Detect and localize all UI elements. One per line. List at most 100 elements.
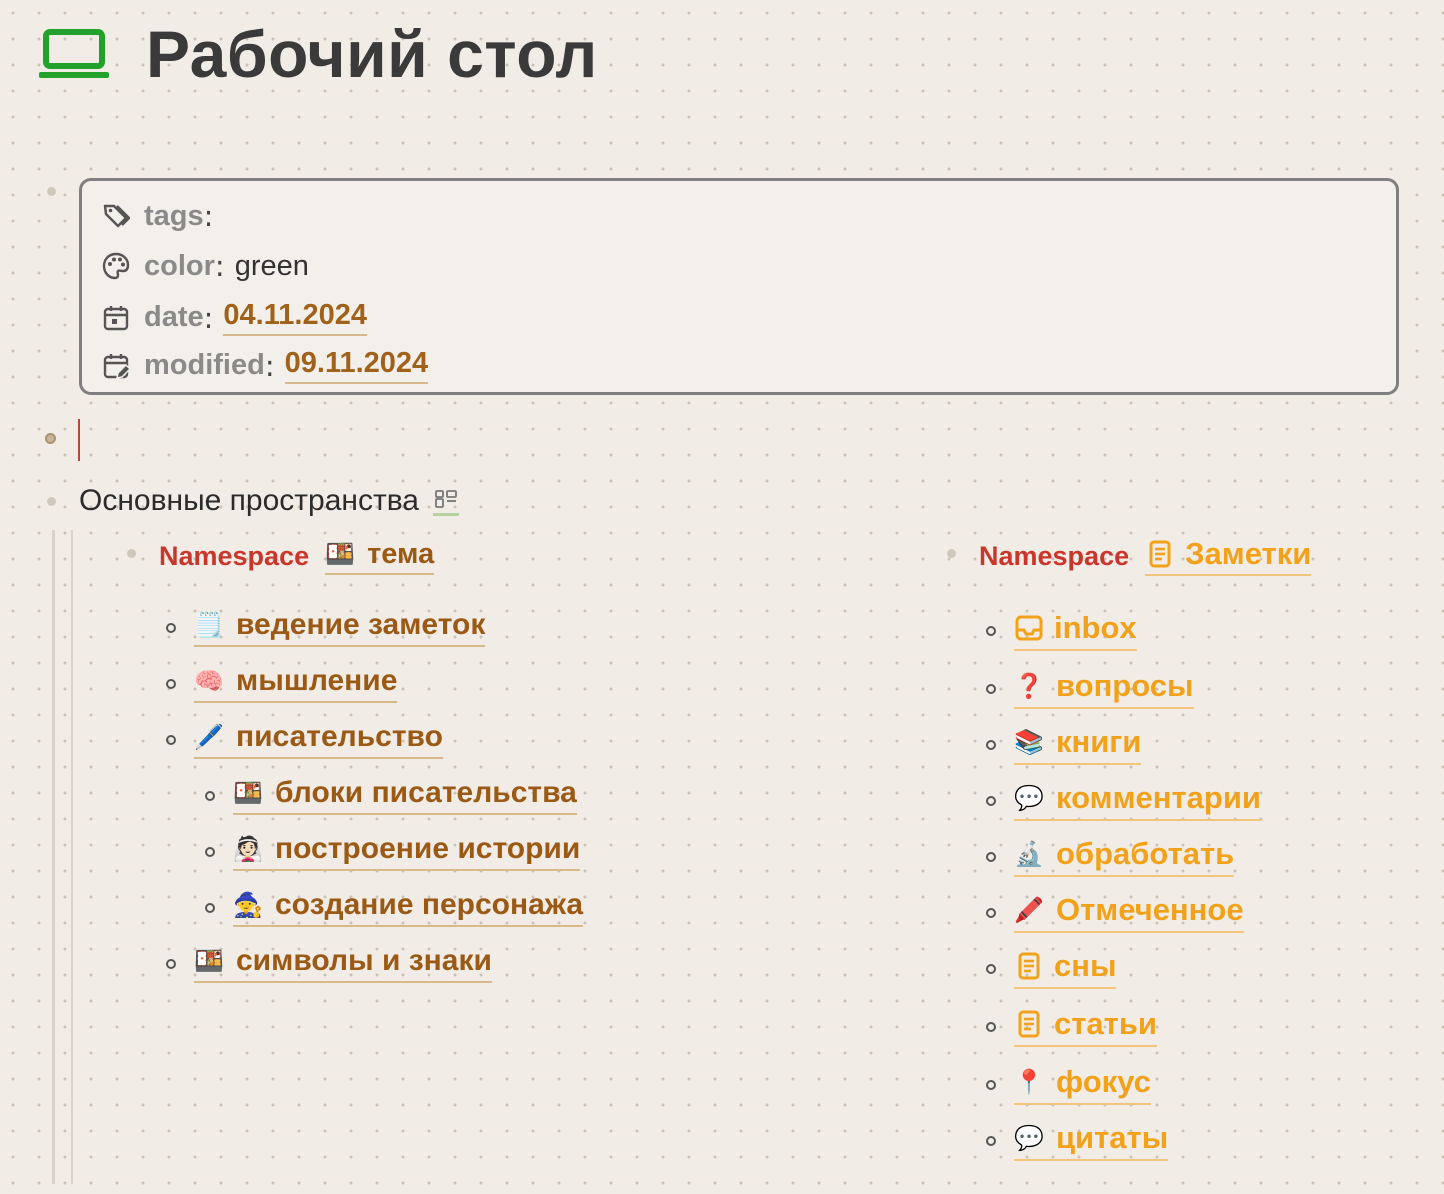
list-item: ❓ вопросы xyxy=(986,668,1194,709)
pen-icon: 🖊️ xyxy=(194,723,224,751)
namespace-name: Заметки xyxy=(1185,536,1312,571)
page-link[interactable]: 💬 комментарии xyxy=(1014,780,1261,821)
date-link[interactable]: 04.11.2024 xyxy=(223,299,367,336)
spaces-block[interactable]: Основные пространства xyxy=(79,484,459,518)
link-label: символы и знаки xyxy=(236,944,492,977)
page-link[interactable]: 💬 цитаты xyxy=(1014,1120,1169,1161)
tags-icon xyxy=(103,204,130,228)
link-label: мышление xyxy=(236,664,398,697)
date-link[interactable]: 09.11.2024 xyxy=(284,347,429,384)
brain-icon: 🧠 xyxy=(194,667,224,695)
list-bullet[interactable] xyxy=(166,622,176,633)
list-bullet[interactable] xyxy=(986,907,996,918)
properties-block[interactable]: tags: color: green date: 04.11.2024 modi… xyxy=(79,178,1399,395)
list-item: 💬 комментарии xyxy=(986,780,1261,821)
link-label: статьи xyxy=(1054,1006,1157,1041)
namespace-link[interactable]: 🍱 тема xyxy=(325,538,435,575)
pin-icon: 📍 xyxy=(1014,1068,1044,1096)
bento-icon: 🍱 xyxy=(194,947,224,975)
page-link[interactable]: 🍱 символы и знаки xyxy=(194,944,492,983)
page-link[interactable]: сны xyxy=(1014,948,1117,989)
property-value[interactable]: green xyxy=(235,250,309,283)
property-tags: tags: xyxy=(102,199,223,233)
list-item: 📍 фокус xyxy=(986,1064,1151,1105)
block-bullet[interactable] xyxy=(127,549,136,558)
namespace-label: Namespace xyxy=(979,540,1130,571)
list-bullet[interactable] xyxy=(986,795,996,806)
property-date: date: 04.11.2024 xyxy=(102,299,367,336)
person-icon: 👰🏻 xyxy=(233,835,263,863)
property-key[interactable]: color xyxy=(144,250,215,283)
link-label: цитаты xyxy=(1056,1120,1169,1155)
list-item: 👰🏻 построение истории xyxy=(205,832,581,871)
namespace-link[interactable]: Заметки xyxy=(1145,536,1312,576)
page-link[interactable]: 🗒️ ведение заметок xyxy=(194,608,486,647)
namespace-label: Namespace xyxy=(159,541,310,571)
columns-icon[interactable] xyxy=(433,487,459,516)
document-icon xyxy=(1149,540,1171,568)
link-label: фокус xyxy=(1056,1064,1151,1099)
page-link[interactable]: inbox xyxy=(1014,610,1137,651)
list-bullet[interactable] xyxy=(986,1079,996,1090)
link-label: писательство xyxy=(236,720,443,753)
list-bullet[interactable] xyxy=(166,734,176,745)
namespace-zametki: Namespace Заметки xyxy=(979,536,1312,576)
list-bullet[interactable] xyxy=(986,963,996,974)
list-bullet[interactable] xyxy=(166,958,176,969)
link-label: блоки писательства xyxy=(275,776,577,809)
page-link[interactable]: 🧠 мышление xyxy=(194,664,398,703)
page-link[interactable]: 🖊️ писательство xyxy=(194,720,443,759)
list-item: сны xyxy=(986,948,1117,989)
block-bullet[interactable] xyxy=(47,187,56,196)
mage-icon: 🧙 xyxy=(233,891,263,919)
page-link[interactable]: статьи xyxy=(1014,1006,1157,1047)
list-bullet[interactable] xyxy=(986,625,996,636)
list-bullet[interactable] xyxy=(205,790,215,801)
spaces-title: Основные пространства xyxy=(79,484,419,517)
link-label: ведение заметок xyxy=(236,608,486,641)
page-link[interactable]: 🧙 создание персонажа xyxy=(233,888,584,927)
list-bullet[interactable] xyxy=(986,851,996,862)
block-bullet[interactable] xyxy=(47,497,56,506)
link-label: комментарии xyxy=(1056,780,1261,815)
page-link[interactable]: 🍱 блоки писательства xyxy=(233,776,577,815)
page-title-row: Рабочий стол xyxy=(38,14,598,94)
namespace-tema: Namespace 🍱 тема xyxy=(159,538,435,575)
text-cursor[interactable] xyxy=(78,419,80,461)
speech-bubble-icon: 💬 xyxy=(1014,1124,1044,1152)
page-link[interactable]: 👰🏻 построение истории xyxy=(233,832,581,871)
property-key[interactable]: modified xyxy=(144,349,265,382)
list-bullet[interactable] xyxy=(205,846,215,857)
list-bullet[interactable] xyxy=(166,678,176,689)
block-bullet[interactable] xyxy=(45,433,56,444)
link-label: обработать xyxy=(1056,836,1235,871)
block-bullet[interactable] xyxy=(947,549,956,558)
document-icon xyxy=(1018,952,1040,980)
list-bullet[interactable] xyxy=(986,1021,996,1032)
link-label: вопросы xyxy=(1056,668,1194,703)
page-link[interactable]: ❓ вопросы xyxy=(1014,668,1194,709)
list-bullet[interactable] xyxy=(986,1135,996,1146)
list-item: 🖊️ писательство xyxy=(166,720,443,759)
list-bullet[interactable] xyxy=(986,683,996,694)
list-bullet[interactable] xyxy=(986,739,996,750)
page-link[interactable]: 🔬 обработать xyxy=(1014,836,1235,877)
property-key[interactable]: date xyxy=(144,301,204,334)
laptop-icon xyxy=(39,29,109,78)
page-title[interactable]: Рабочий стол xyxy=(146,16,598,92)
page-link[interactable]: 📚 книги xyxy=(1014,724,1142,765)
bento-icon: 🍱 xyxy=(233,779,263,807)
list-bullet[interactable] xyxy=(205,902,215,913)
property-key[interactable]: tags xyxy=(144,200,204,233)
calendar-edit-icon xyxy=(103,353,130,379)
property-modified: modified: 09.11.2024 xyxy=(102,347,429,384)
list-item: 🖍️ Отмеченное xyxy=(986,892,1244,933)
page-link[interactable]: 📍 фокус xyxy=(1014,1064,1151,1105)
page-link[interactable]: 🖍️ Отмеченное xyxy=(1014,892,1244,933)
notepad-icon: 🗒️ xyxy=(194,611,224,639)
link-label: создание персонажа xyxy=(275,888,584,921)
books-icon: 📚 xyxy=(1014,728,1044,756)
list-item: 🗒️ ведение заметок xyxy=(166,608,486,647)
list-item: 📚 книги xyxy=(986,724,1142,765)
list-item: 🍱 блоки писательства xyxy=(205,776,577,815)
